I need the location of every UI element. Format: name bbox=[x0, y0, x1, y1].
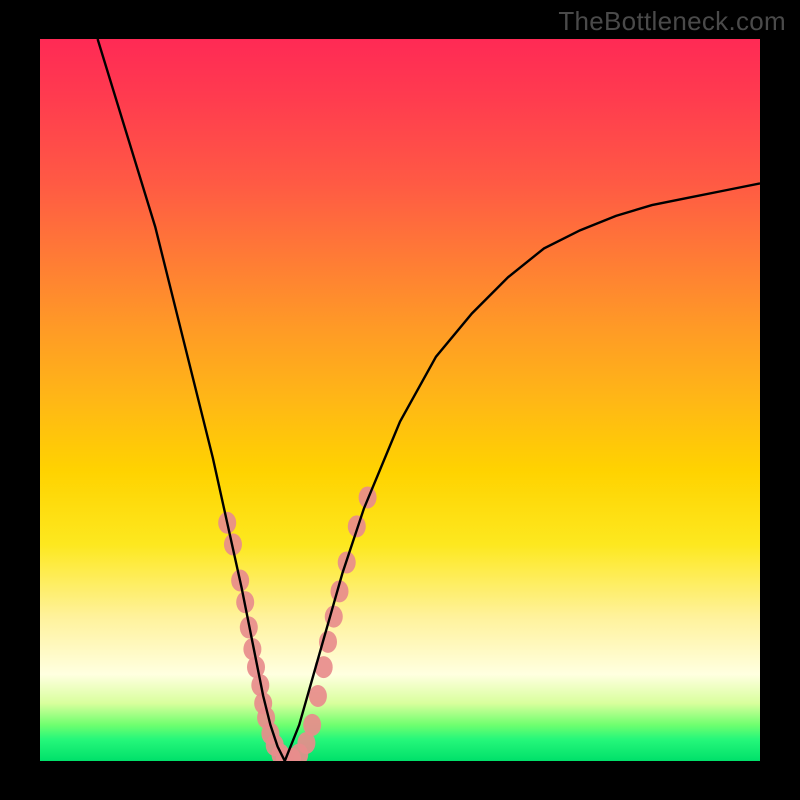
highlight-dot bbox=[303, 714, 321, 736]
plot-area bbox=[40, 39, 760, 761]
curve-right bbox=[285, 183, 760, 761]
chart-frame: TheBottleneck.com bbox=[0, 0, 800, 800]
highlight-dot bbox=[309, 685, 327, 707]
highlight-dots bbox=[218, 486, 376, 761]
watermark-text: TheBottleneck.com bbox=[558, 6, 786, 37]
chart-overlay bbox=[40, 39, 760, 761]
